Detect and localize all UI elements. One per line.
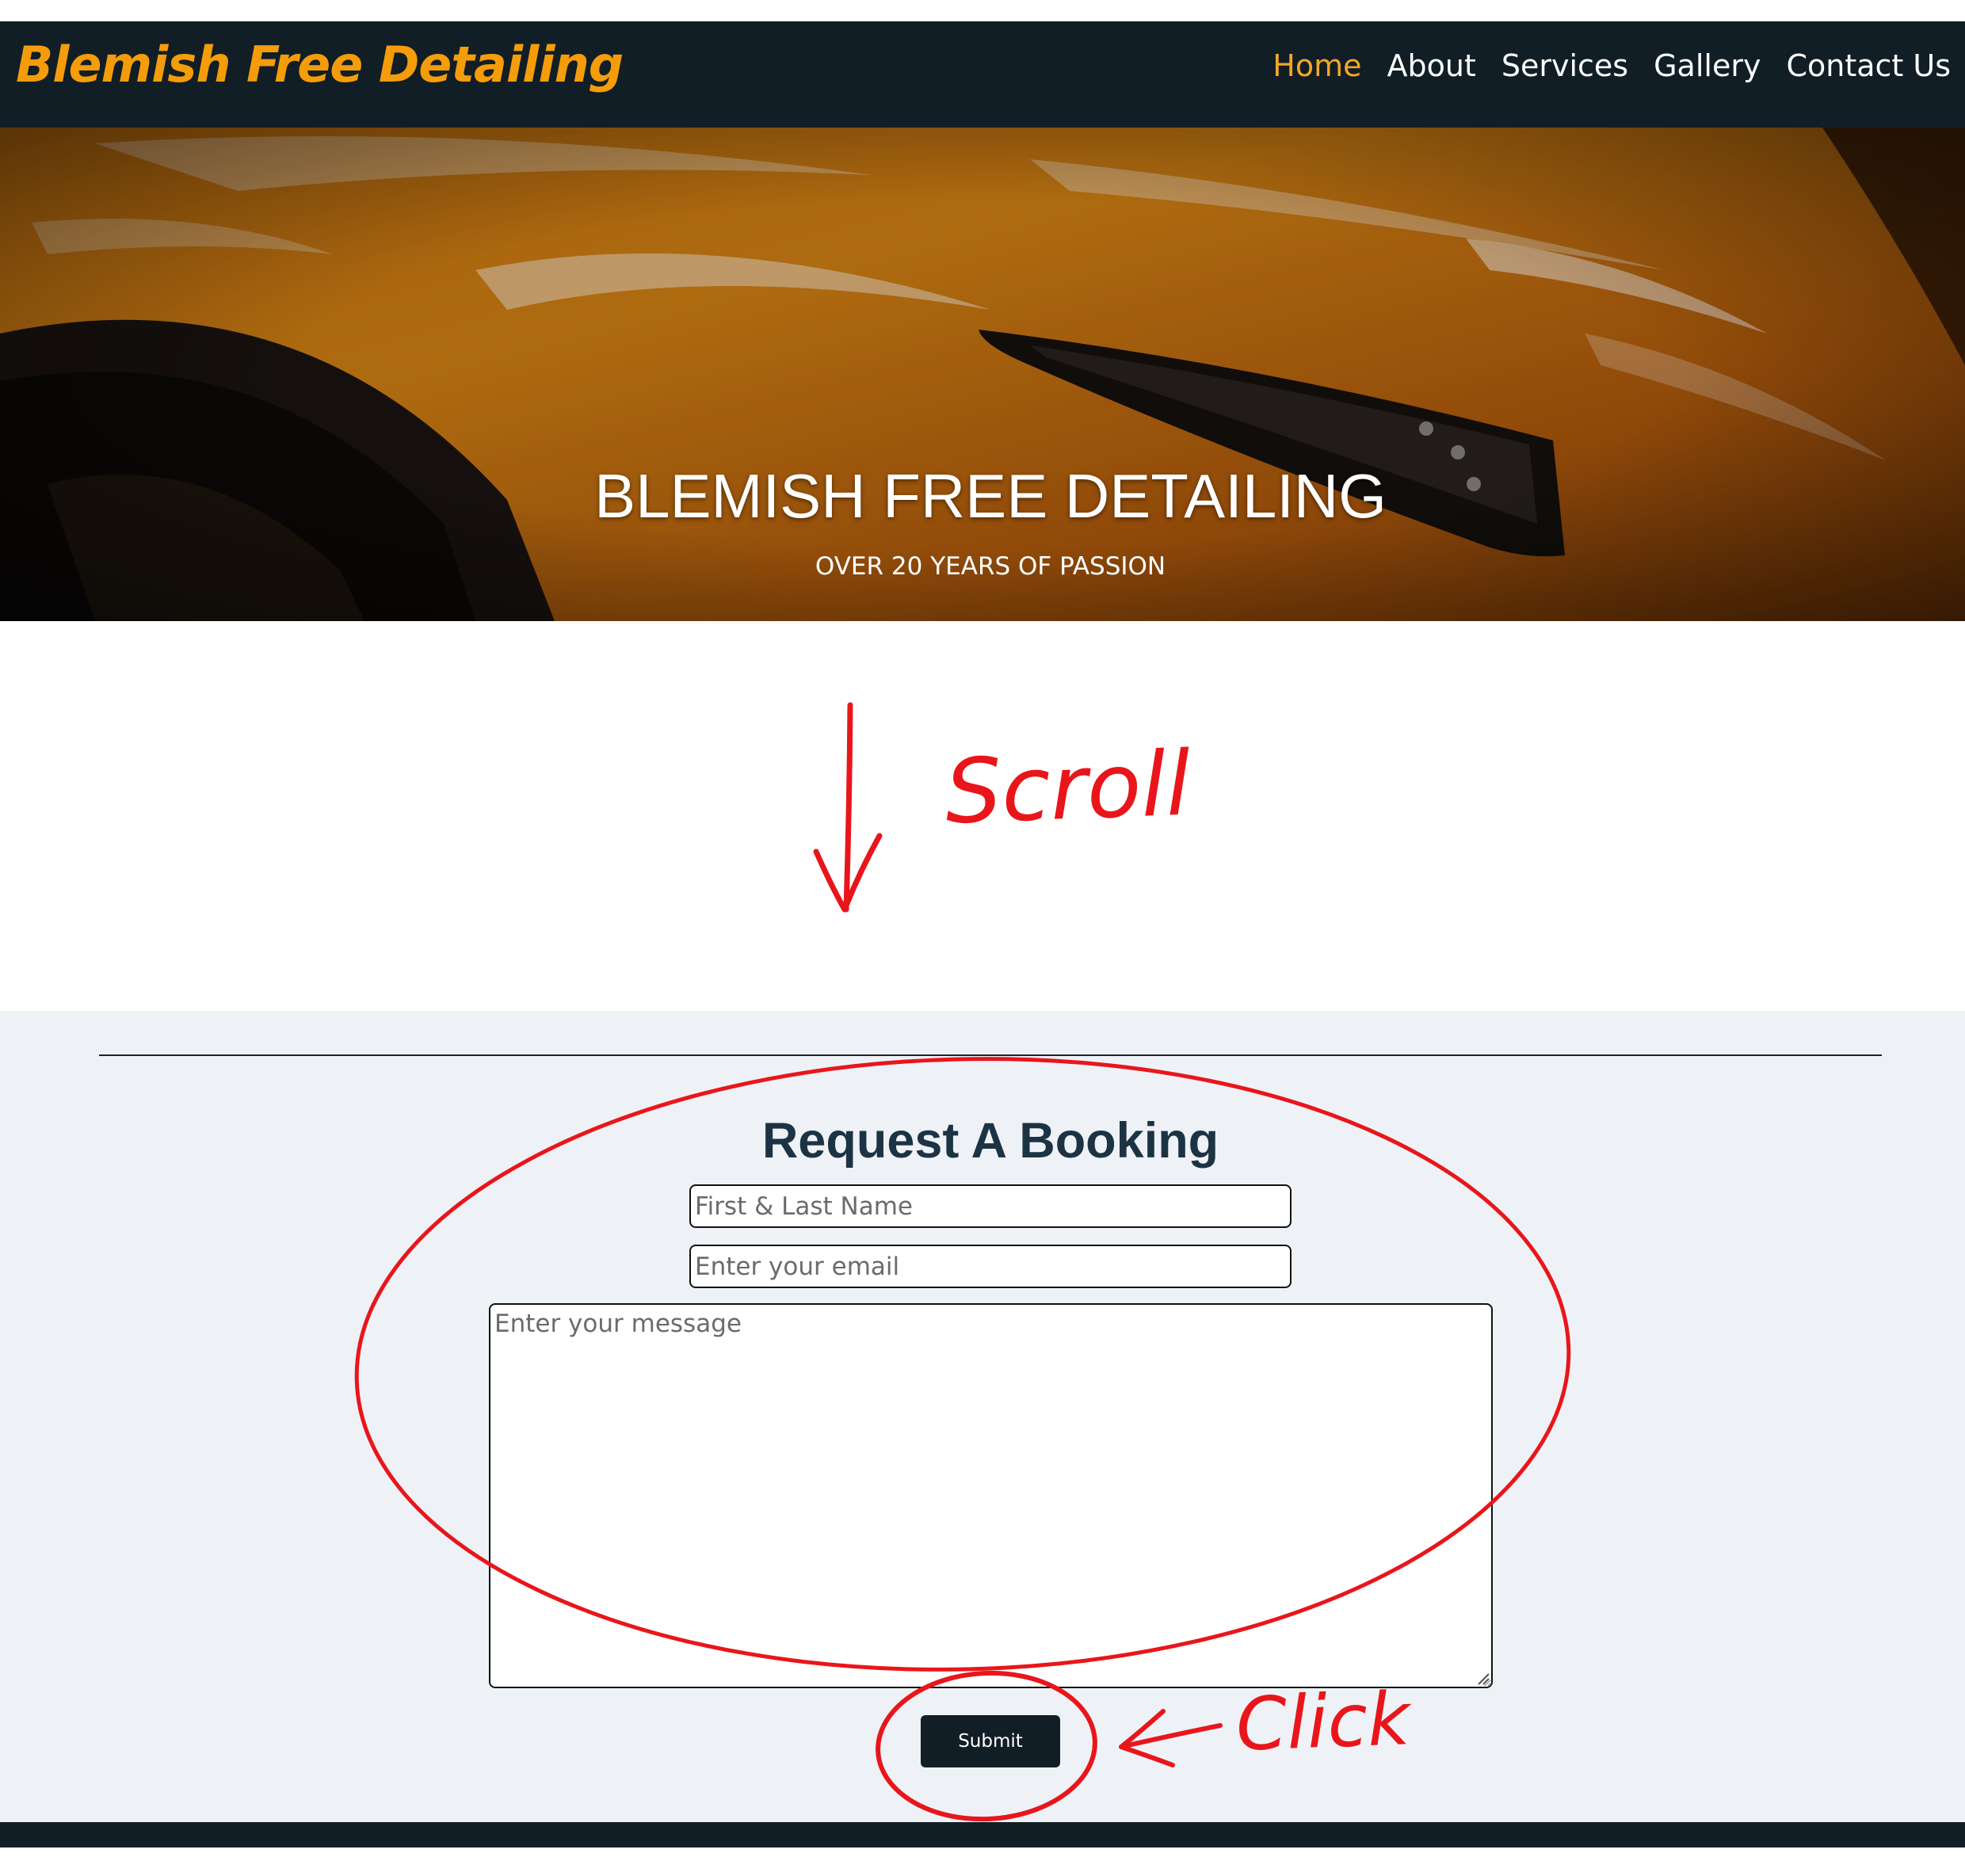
resize-handle-icon[interactable] bbox=[1475, 1671, 1490, 1685]
hero-title: BLEMISH FREE DETAILING bbox=[594, 461, 1387, 531]
section-divider bbox=[99, 1054, 1882, 1056]
name-input[interactable] bbox=[689, 1184, 1292, 1228]
hero-subtitle: OVER 20 YEARS OF PASSION bbox=[815, 552, 1166, 581]
booking-title: Request A Booking bbox=[761, 1113, 1219, 1169]
nav-services-link[interactable]: Services bbox=[1501, 48, 1628, 83]
scroll-arrow-icon bbox=[813, 702, 883, 913]
hero-banner: BLEMISH FREE DETAILING OVER 20 YEARS OF … bbox=[0, 128, 1965, 621]
hero-car-image bbox=[0, 128, 1965, 621]
footer-bar bbox=[0, 1822, 1965, 1847]
email-input[interactable] bbox=[689, 1245, 1292, 1288]
nav-home-link[interactable]: Home bbox=[1272, 48, 1361, 83]
page: Blemish Free Detailing Home About Servic… bbox=[0, 0, 1965, 1876]
brand-logo[interactable]: Blemish Free Detailing bbox=[16, 36, 624, 93]
nav-gallery-link[interactable]: Gallery bbox=[1654, 48, 1761, 83]
click-annotation: Click bbox=[1234, 1676, 1412, 1767]
submit-button[interactable]: Submit bbox=[921, 1715, 1060, 1767]
booking-section: Request A Booking Submit bbox=[0, 1011, 1965, 1822]
scroll-annotation: Scroll bbox=[943, 732, 1192, 845]
nav-about-link[interactable]: About bbox=[1387, 48, 1476, 83]
message-textarea[interactable] bbox=[489, 1303, 1493, 1688]
nav-links: Home About Services Gallery Contact Us bbox=[1272, 48, 1951, 83]
nav-contact-link[interactable]: Contact Us bbox=[1786, 48, 1951, 83]
navbar: Blemish Free Detailing Home About Servic… bbox=[0, 21, 1965, 128]
